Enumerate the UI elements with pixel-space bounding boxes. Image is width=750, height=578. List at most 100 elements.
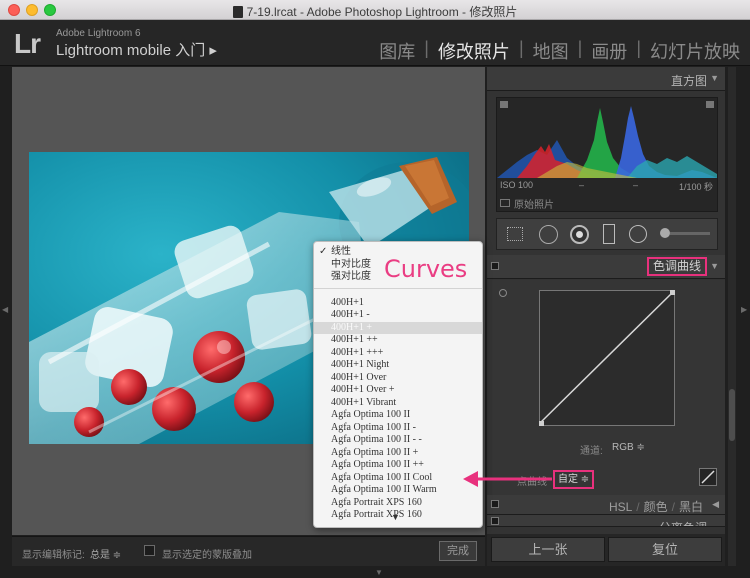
develop-toolbar: 显示编辑标记: 总是 ≑ 显示选定的蒙版叠加 完成 xyxy=(12,536,485,566)
done-button[interactable]: 完成 xyxy=(439,541,477,561)
point-curve-label: 点曲线 xyxy=(517,477,547,488)
expand-triangle-icon[interactable]: ◀ xyxy=(712,499,719,510)
original-photo-checkbox[interactable] xyxy=(500,199,510,207)
tone-curve-graph[interactable] xyxy=(539,290,675,426)
module-tab[interactable]: 图库 xyxy=(379,38,415,64)
menu-item[interactable]: Agfa Portrait XPS 160 xyxy=(331,509,422,521)
curves-annotation: Curves xyxy=(384,255,468,283)
menu-item[interactable]: 中对比度 xyxy=(331,259,371,271)
tab-color[interactable]: 颜色 xyxy=(644,500,668,514)
right-panel-toggle-icon[interactable]: ▶ xyxy=(741,305,747,314)
histogram-title: 直方图 xyxy=(670,74,707,88)
menu-item[interactable]: Agfa Portrait XPS 160 xyxy=(331,497,422,509)
menu-item[interactable]: 强对比度 xyxy=(331,271,371,283)
left-panel-toggle-icon[interactable]: ◀ xyxy=(2,305,8,314)
menu-item[interactable]: Agfa Optima 100 II Warm xyxy=(331,484,437,496)
show-overlay-label: 显示选定的蒙版叠加 xyxy=(162,550,252,561)
tone-curve-toggle[interactable] xyxy=(491,262,499,270)
menu-item[interactable]: 400H+1 - xyxy=(331,309,370,321)
lightroom-window: 7-19.lrcat - Adobe Photoshop Lightroom -… xyxy=(0,0,750,578)
point-curve-select[interactable]: 自定 ≑ xyxy=(553,470,594,489)
hsl-toggle[interactable] xyxy=(491,500,499,508)
window-title-text: 7-19.lrcat - Adobe Photoshop Lightroom -… xyxy=(246,5,518,19)
window-title: 7-19.lrcat - Adobe Photoshop Lightroom -… xyxy=(0,3,750,20)
module-picker: 图库 | 修改照片 | 地图 | 画册 | 幻灯片放映 xyxy=(379,38,740,64)
identity-plate[interactable]: Lightroom mobile 入门 ▸ xyxy=(56,39,217,60)
radial-filter-icon[interactable] xyxy=(629,225,647,243)
shutter-readout: 1/100 秒 xyxy=(679,182,714,192)
crop-overlay-icon[interactable] xyxy=(507,227,523,241)
menu-item[interactable]: Agfa Optima 100 II - xyxy=(331,422,416,434)
focal-readout: – xyxy=(579,180,585,190)
module-separator: | xyxy=(424,38,429,58)
menu-item[interactable]: Agfa Optima 100 II - - xyxy=(331,434,422,446)
checkmark-icon: ✓ xyxy=(319,246,328,257)
histogram-header[interactable]: 直方图 ▼ xyxy=(487,67,725,91)
module-bar: Lr Adobe Lightroom 6 Lightroom mobile 入门… xyxy=(0,20,750,66)
iso-readout: ISO 100 xyxy=(500,180,534,190)
tab-hsl[interactable]: HSL xyxy=(609,500,632,514)
show-edit-pins-label: 显示编辑标记: xyxy=(22,550,85,561)
point-curve-preset-menu: ✓ 线性 中对比度 强对比度 400H+1 400H+1 -400H+1 +400H+1 … xyxy=(313,241,483,528)
show-edit-pins-select[interactable]: 总是 ≑ xyxy=(90,546,121,561)
module-tab[interactable]: 画册 xyxy=(591,38,627,64)
right-panel-scrollbar[interactable] xyxy=(728,67,736,566)
module-tab[interactable]: 修改照片 xyxy=(438,38,510,64)
scrollbar-thumb[interactable] xyxy=(729,389,735,441)
split-toning-toggle[interactable] xyxy=(491,517,499,525)
menu-item[interactable]: 400H+1 xyxy=(331,297,364,309)
menu-item[interactable]: 400H+1 + xyxy=(331,322,372,334)
document-icon xyxy=(232,6,243,18)
red-eye-icon[interactable] xyxy=(570,225,589,244)
collapse-triangle-icon[interactable]: ▼ xyxy=(710,73,719,83)
channel-select[interactable]: RGB ≑ xyxy=(612,442,645,453)
module-tab[interactable]: 地图 xyxy=(533,38,569,64)
menu-item[interactable]: 400H+1 Vibrant xyxy=(331,397,396,409)
scroll-down-icon[interactable]: ▼ xyxy=(391,512,400,522)
menu-item[interactable]: Agfa Optima 100 II Cool xyxy=(331,472,432,484)
collapse-triangle-icon[interactable]: ▼ xyxy=(710,261,719,271)
menu-item[interactable]: Agfa Optima 100 II xyxy=(331,409,410,421)
menu-separator xyxy=(314,287,482,289)
filmstrip-toggle-icon[interactable]: ▼ xyxy=(375,568,383,577)
original-photo-label: 原始照片 xyxy=(514,200,554,211)
targeted-adjustment-icon[interactable] xyxy=(499,289,507,297)
histogram: ISO 100 – – 1/100 秒 原始照片 xyxy=(496,97,718,212)
show-overlay-checkbox[interactable] xyxy=(144,545,155,556)
brush-slider[interactable] xyxy=(670,232,710,235)
reset-button[interactable]: 复位 xyxy=(608,537,722,562)
edit-point-curve-button[interactable] xyxy=(699,468,717,486)
menu-item[interactable]: Agfa Optima 100 II ++ xyxy=(331,459,424,471)
graduated-filter-icon[interactable] xyxy=(603,224,615,244)
curve-point[interactable] xyxy=(539,421,544,426)
previous-button[interactable]: 上一张 xyxy=(491,537,605,562)
module-separator: | xyxy=(577,38,583,58)
tone-curve-header[interactable]: 色调曲线 ▼ xyxy=(487,255,725,279)
adjustment-brush-icon[interactable] xyxy=(660,228,670,238)
panel-buttons: 上一张 复位 xyxy=(487,534,725,566)
menu-item[interactable]: 400H+1 Night xyxy=(331,359,389,371)
tool-strip xyxy=(496,218,718,250)
title-bar: 7-19.lrcat - Adobe Photoshop Lightroom -… xyxy=(0,0,750,20)
menu-item[interactable]: 400H+1 +++ xyxy=(331,347,383,359)
split-toning-title: 分离色调 xyxy=(659,519,707,526)
menu-item[interactable]: 400H+1 Over xyxy=(331,372,386,384)
curve-point[interactable] xyxy=(670,290,675,295)
menu-item[interactable]: 线性 xyxy=(331,246,351,258)
menu-item[interactable]: 400H+1 Over + xyxy=(331,384,395,396)
menu-item[interactable]: Agfa Optima 100 II + xyxy=(331,447,418,459)
tab-bw[interactable]: 黑白 xyxy=(679,500,703,514)
aperture-readout: – xyxy=(633,180,639,190)
menu-item[interactable]: 400H+1 ++ xyxy=(331,334,378,346)
tone-curve-title: 色调曲线 xyxy=(646,257,707,276)
histogram-graph xyxy=(497,106,717,178)
module-tab[interactable]: 幻灯片放映 xyxy=(650,38,740,64)
right-panel: 直方图 ▼ ISO 100 – – 1/100 秒 原始照片 色调曲线 ▼ 通道… xyxy=(487,67,725,566)
spot-removal-icon[interactable] xyxy=(539,225,558,244)
product-name: Adobe Lightroom 6 xyxy=(56,28,141,39)
curve-edit-icon xyxy=(701,470,715,484)
module-separator: | xyxy=(518,38,524,58)
lightroom-logo: Lr xyxy=(14,28,41,59)
hsl-header[interactable]: HSL / 颜色 / 黑白 ◀ xyxy=(487,495,725,515)
split-toning-header[interactable]: 分离色调 xyxy=(487,515,725,527)
